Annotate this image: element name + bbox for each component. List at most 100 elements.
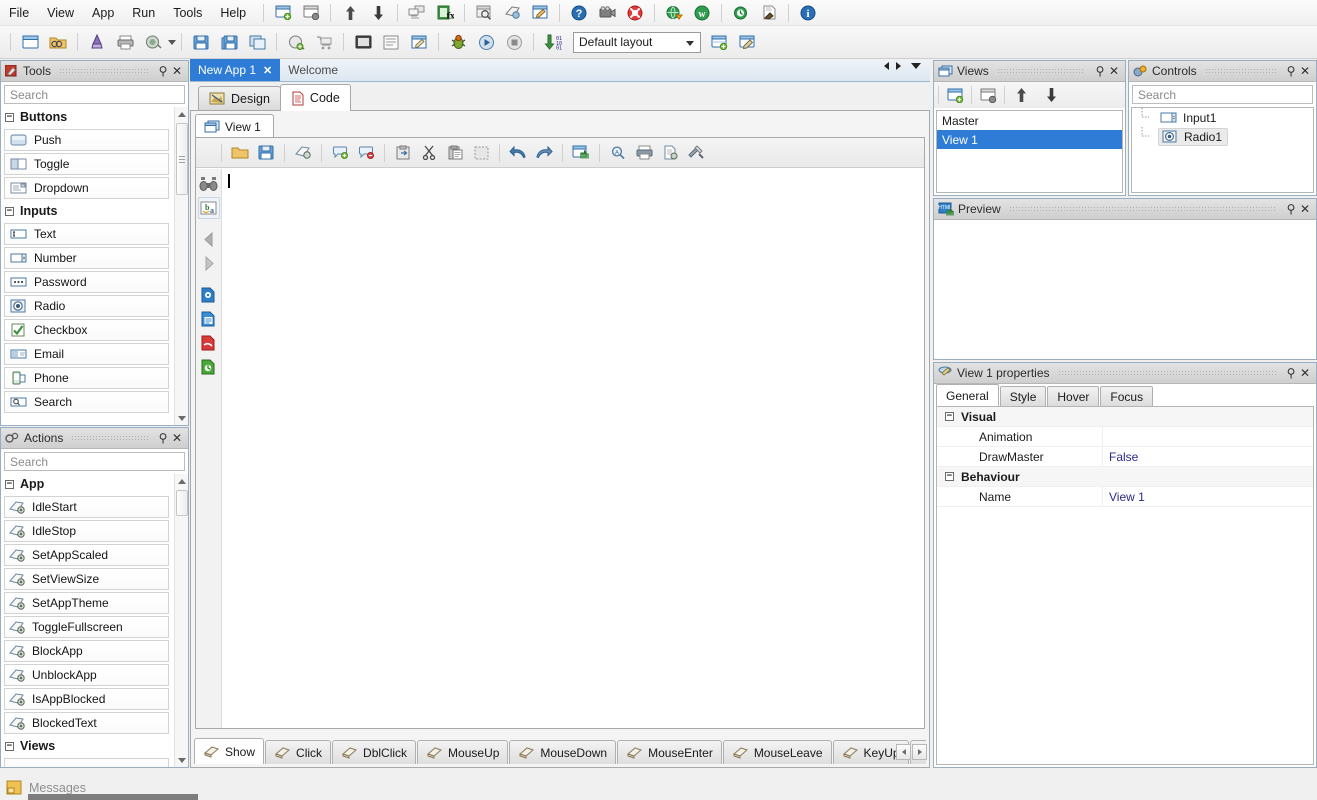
tool-item-checkbox[interactable]: Checkbox	[4, 319, 169, 341]
tool-item-push[interactable]: Push	[4, 129, 169, 151]
select-all-icon[interactable]	[470, 142, 492, 164]
about-icon[interactable]: i	[796, 1, 820, 25]
tool-item-radio[interactable]: Radio	[4, 295, 169, 317]
layout-edit-icon[interactable]	[735, 30, 759, 54]
views-list-item-view1[interactable]: View 1	[937, 130, 1122, 149]
action-item-setappscaled[interactable]: SetAppScaled	[4, 544, 169, 566]
drag-grip[interactable]	[1008, 205, 1276, 213]
copy-project-icon[interactable]	[245, 30, 269, 54]
properties-tab-focus[interactable]: Focus	[1100, 386, 1154, 406]
menu-file[interactable]: File	[0, 3, 38, 23]
tool-item-text[interactable]: Text	[4, 223, 169, 245]
cart-icon[interactable]	[312, 30, 336, 54]
history-icon[interactable]	[141, 30, 165, 54]
property-row-animation[interactable]: Animation	[937, 427, 1313, 447]
drag-grip[interactable]	[1057, 369, 1276, 377]
settings-icon[interactable]	[685, 142, 707, 164]
preview-surface[interactable]	[935, 221, 1315, 358]
menu-app[interactable]: App	[83, 3, 123, 23]
save-all-icon[interactable]	[217, 30, 241, 54]
property-row-name[interactable]: Name View 1	[937, 487, 1313, 507]
action-item-setviewsize[interactable]: SetViewSize	[4, 568, 169, 590]
action-item-partial[interactable]	[4, 758, 169, 767]
video-tutorial-icon[interactable]	[595, 1, 619, 25]
action-item-idlestop[interactable]: IdleStop	[4, 520, 169, 542]
event-next-button[interactable]	[912, 744, 927, 760]
event-tab-mouseleave[interactable]: MouseLeave	[722, 740, 832, 764]
drag-grip[interactable]	[71, 434, 148, 442]
paste-special-icon[interactable]	[392, 142, 414, 164]
event-tab-mouseup[interactable]: MouseUp	[417, 740, 509, 764]
compile-icon[interactable]: 01 10 01	[541, 30, 565, 54]
close-icon[interactable]: ✕	[1298, 202, 1312, 216]
tools-scrollbar[interactable]	[174, 107, 188, 425]
scrollbar-thumb[interactable]	[176, 490, 188, 516]
tab-code[interactable]: Code	[279, 84, 351, 111]
export-icon[interactable]	[500, 1, 524, 25]
tools-group-inputs[interactable]: − Inputs	[1, 201, 172, 221]
scroll-up-button[interactable]	[175, 107, 188, 121]
controls-tree-item-input1[interactable]: Input1	[1132, 108, 1313, 127]
code-text-area[interactable]	[223, 169, 924, 728]
move-down-icon[interactable]	[1040, 84, 1062, 106]
find-binoculars-icon[interactable]	[198, 173, 220, 195]
run-icon[interactable]	[474, 30, 498, 54]
layout-combobox[interactable]: Default layout	[573, 31, 701, 53]
drag-grip[interactable]	[996, 67, 1085, 75]
edit-note-icon[interactable]	[528, 1, 552, 25]
tool-item-phone[interactable]: Phone	[4, 367, 169, 389]
views-list[interactable]: Master View 1	[936, 110, 1123, 193]
actions-group-views[interactable]: − Views	[1, 736, 172, 756]
controls-tree[interactable]: Input1 Radio1	[1131, 107, 1314, 193]
cut-icon[interactable]	[418, 142, 440, 164]
deploy-icon[interactable]	[284, 30, 308, 54]
action-item-blockapp[interactable]: BlockApp	[4, 640, 169, 662]
wiki-icon[interactable]: w	[690, 1, 714, 25]
new-file-icon[interactable]	[18, 30, 42, 54]
event-prev-button[interactable]	[896, 744, 911, 760]
export-blue-doc-icon[interactable]	[198, 284, 220, 306]
property-row-drawmaster[interactable]: DrawMaster False	[937, 447, 1313, 467]
license-icon[interactable]	[757, 1, 781, 25]
pin-icon[interactable]: ⚲	[1284, 202, 1298, 216]
move-up-icon[interactable]	[1010, 84, 1032, 106]
remove-comment-icon[interactable]	[355, 142, 377, 164]
print-icon[interactable]	[633, 142, 655, 164]
pin-icon[interactable]: ⚲	[1284, 64, 1298, 78]
tab-design[interactable]: Design	[198, 86, 281, 111]
messages-label[interactable]: Messages	[29, 781, 86, 795]
view-tab-view1[interactable]: View 1	[195, 114, 274, 138]
menu-help[interactable]: Help	[211, 3, 255, 23]
tool-item-dropdown[interactable]: Dropdown	[4, 177, 169, 199]
menu-view[interactable]: View	[38, 3, 83, 23]
tool-item-toggle[interactable]: Toggle	[4, 153, 169, 175]
prev-tab-icon[interactable]	[884, 62, 889, 70]
export-pdf-icon[interactable]	[198, 332, 220, 354]
history-dropdown-arrow[interactable]	[168, 39, 176, 45]
tools-group-buttons[interactable]: − Buttons	[1, 107, 172, 127]
property-value-cell[interactable]: View 1	[1102, 487, 1313, 506]
paste-icon[interactable]	[444, 142, 466, 164]
support-icon[interactable]	[623, 1, 647, 25]
next-arrow-icon[interactable]	[198, 252, 220, 274]
scroll-down-button[interactable]	[175, 411, 188, 425]
snippet-icon[interactable]	[292, 142, 314, 164]
save-icon[interactable]	[255, 142, 277, 164]
new-view-icon[interactable]	[271, 1, 295, 25]
pin-icon[interactable]: ⚲	[156, 64, 170, 78]
property-category-visual[interactable]: − Visual	[937, 407, 1313, 427]
event-tab-dblclick[interactable]: DblClick	[332, 740, 417, 764]
export-doc-icon[interactable]	[659, 142, 681, 164]
open-folder-icon[interactable]	[229, 142, 251, 164]
scroll-up-button[interactable]	[175, 474, 188, 488]
controls-search-input[interactable]: Search	[1132, 85, 1313, 104]
action-item-isappblocked[interactable]: IsAppBlocked	[4, 688, 169, 710]
undo-icon[interactable]	[507, 142, 529, 164]
close-icon[interactable]: ✕	[170, 431, 184, 445]
close-icon[interactable]: ✕	[170, 64, 184, 78]
remove-view-icon[interactable]	[977, 84, 999, 106]
event-tab-click[interactable]: Click	[265, 740, 332, 764]
action-item-unblockapp[interactable]: UnblockApp	[4, 664, 169, 686]
document-tab-new-app-1[interactable]: New App 1 ✕	[190, 59, 281, 81]
tool-item-number[interactable]: Number	[4, 247, 169, 269]
